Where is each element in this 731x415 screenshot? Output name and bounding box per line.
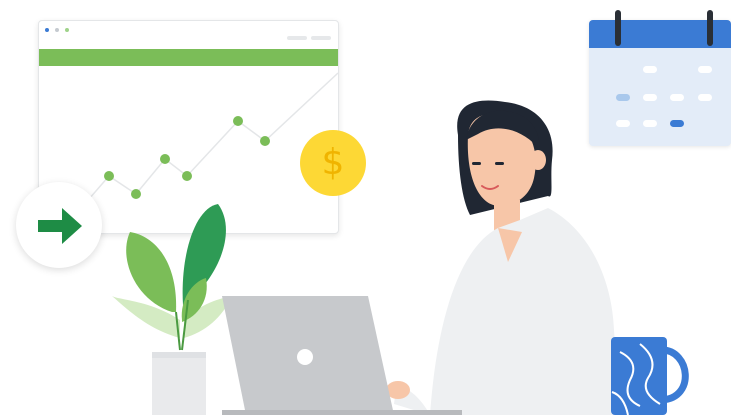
laptop-icon xyxy=(222,296,462,415)
plant-icon xyxy=(112,204,232,415)
scene-illustration xyxy=(112,100,689,415)
woman-shirt xyxy=(430,208,620,415)
mug-icon xyxy=(611,337,689,415)
